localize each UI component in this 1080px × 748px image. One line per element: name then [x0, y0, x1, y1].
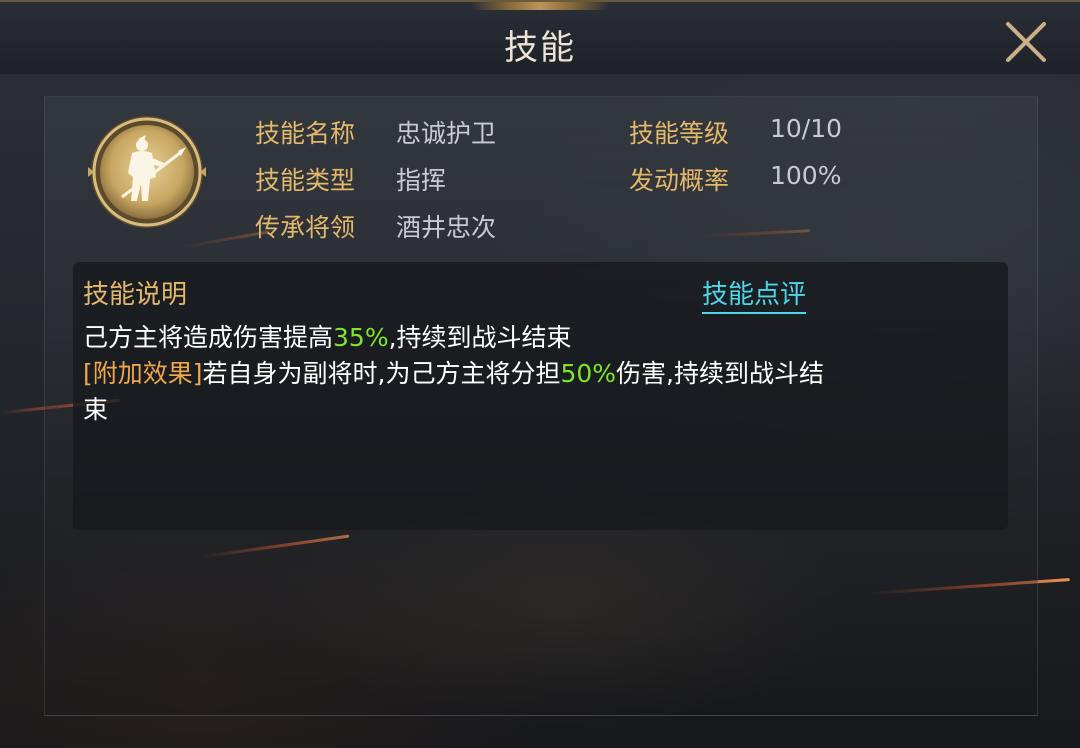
trigger-rate-label: 发动概率 [629, 166, 730, 195]
skill-level-label: 技能等级 [629, 119, 730, 148]
bonus-effect-tag: [附加效果] [83, 359, 203, 388]
skill-level-value: 10/10 [770, 114, 843, 143]
warrior-spear-emblem-icon [88, 116, 206, 228]
skill-review-link[interactable]: 技能点评 [702, 274, 807, 314]
skill-type-value: 指挥 [396, 166, 447, 195]
header-ornament [470, 2, 610, 10]
close-button[interactable] [1000, 18, 1052, 66]
skill-emblem [88, 113, 206, 231]
damage-share-percent: 50% [560, 359, 617, 388]
damage-boost-percent: 35% [333, 323, 389, 352]
skill-type-label: 技能类型 [255, 166, 356, 195]
inherit-general-label: 传承将领 [255, 213, 356, 242]
inherit-general-value: 酒井忠次 [396, 213, 497, 242]
skill-name-label: 技能名称 [255, 119, 356, 148]
trigger-rate-value: 100% [770, 161, 842, 190]
description-text-segment: 己方主将造成伤害提高 [83, 323, 334, 352]
description-text-segment: ,持续到战斗结束 [388, 323, 572, 352]
skill-name-value: 忠诚护卫 [396, 119, 497, 148]
description-text-segment: 伤害,持续到战斗结 [616, 359, 824, 388]
description-line-3: 束 [83, 395, 109, 424]
page-title: 技能 [504, 28, 576, 68]
description-line-1: 己方主将造成伤害提高35%,持续到战斗结束 [83, 320, 983, 356]
description-text: 己方主将造成伤害提高35%,持续到战斗结束 [附加效果]若自身为副将时,为己方主… [83, 320, 983, 428]
skill-dialog: 技能 技能名称 忠诚护卫 技能类型 指挥 传承将领 酒井忠次 技能等级 10/1… [0, 0, 1080, 748]
description-title: 技能说明 [83, 280, 188, 310]
close-x-icon [1006, 22, 1046, 62]
description-line-2: [附加效果]若自身为副将时,为己方主将分担50%伤害,持续到战斗结 [83, 356, 983, 392]
description-text-segment: 若自身为副将时,为己方主将分担 [202, 359, 561, 388]
header-bar: 技能 [0, 0, 1080, 74]
